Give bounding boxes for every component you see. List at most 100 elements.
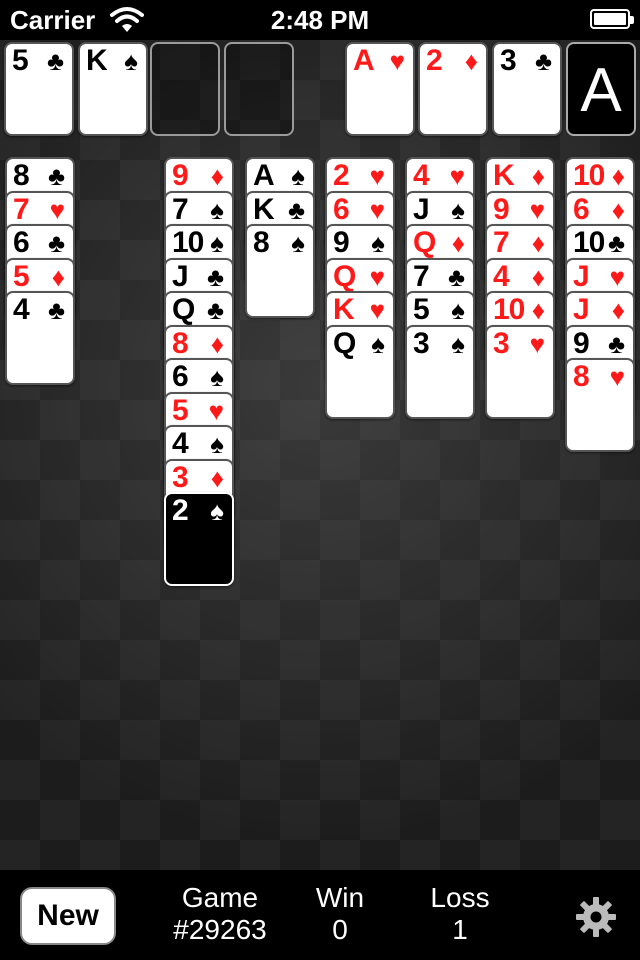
card-suit-icon: ♠ — [210, 194, 224, 225]
playing-card[interactable]: 5 ♣ — [4, 42, 74, 136]
card-suit-icon: ♥ — [369, 194, 385, 225]
card-suit-icon: ♥ — [369, 261, 385, 292]
card-rank: 4 — [13, 293, 30, 326]
card-suit-icon: ♦ — [531, 261, 545, 292]
loss-count: 1 — [452, 914, 468, 945]
bottom-toolbar: New Game #29263 Win 0 Loss 1 — [0, 870, 640, 960]
card-suit-icon: ♦ — [210, 462, 224, 493]
selected-card[interactable]: 2 ♠ — [164, 492, 234, 586]
card-rank: 9 — [333, 226, 350, 259]
free-cell-empty[interactable] — [224, 42, 294, 136]
card-rank: 8 — [253, 226, 270, 259]
gear-icon[interactable] — [575, 896, 617, 938]
card-rank: A — [253, 159, 275, 192]
card-suit-icon: ♠ — [210, 228, 224, 258]
card-rank: Q — [333, 259, 356, 293]
card-rank: 6 — [573, 192, 590, 226]
card-suit-icon: ♥ — [609, 261, 625, 292]
card-suit-icon: ♣ — [47, 161, 65, 191]
playing-card[interactable]: 3 ♣ — [492, 42, 562, 136]
card-suit-icon: ♣ — [447, 261, 465, 292]
card-suit-icon: ♣ — [534, 46, 552, 76]
playing-card[interactable]: 3 ♠ — [405, 324, 475, 419]
card-rank: 8 — [13, 159, 30, 192]
card-suit-icon: ♣ — [46, 46, 64, 76]
card-rank: 6 — [172, 360, 189, 393]
playing-card[interactable]: Q ♠ — [325, 324, 395, 419]
card-suit-icon: ♥ — [609, 362, 625, 392]
card-suit-icon: ♠ — [371, 328, 385, 359]
card-suit-icon: ♣ — [47, 295, 65, 325]
card-suit-icon: ♠ — [210, 429, 224, 459]
game-number: #29263 — [173, 914, 267, 945]
card-suit-icon: ♣ — [47, 228, 65, 258]
playing-card[interactable]: 2 ♦ — [418, 42, 488, 136]
card-suit-icon: ♥ — [208, 395, 224, 426]
card-suit-icon: ♥ — [529, 328, 545, 359]
loss-stat: Loss 1 — [415, 882, 505, 946]
playing-card[interactable]: 8 ♠ — [245, 224, 315, 318]
card-rank: 3 — [172, 460, 189, 494]
playing-card[interactable]: 4 ♣ — [5, 291, 75, 385]
card-suit-icon: ♦ — [531, 228, 545, 258]
card-suit-icon: ♦ — [451, 228, 465, 258]
game-label: Game — [181, 882, 259, 913]
clock: 2:48 PM — [270, 5, 370, 35]
card-suit-icon: ♠ — [451, 295, 465, 325]
card-suit-icon: ♠ — [451, 194, 465, 225]
playing-card[interactable]: A ♥ — [345, 42, 415, 136]
card-suit-icon: ♦ — [464, 46, 478, 76]
foundation-ace-label: A — [580, 56, 622, 125]
win-count: 0 — [332, 914, 348, 945]
card-rank: 9 — [172, 159, 189, 192]
free-cell-empty[interactable] — [150, 42, 220, 136]
card-rank: J — [172, 259, 189, 293]
card-suit-icon: ♦ — [611, 161, 625, 191]
card-rank: 10 — [573, 159, 605, 192]
card-rank: 2 — [172, 494, 189, 527]
card-suit-icon: ♠ — [451, 328, 465, 359]
win-label: Win — [315, 882, 365, 913]
card-suit-icon: ♦ — [611, 295, 625, 325]
foundation-empty[interactable]: A — [566, 42, 636, 136]
card-rank: 2 — [426, 44, 443, 77]
card-suit-icon: ♥ — [529, 194, 545, 225]
playing-card[interactable]: 3 ♥ — [485, 324, 555, 419]
card-suit-icon: ♦ — [51, 261, 65, 292]
card-suit-icon: ♦ — [210, 161, 224, 191]
card-rank: A — [353, 44, 375, 77]
playing-card[interactable]: 8 ♥ — [565, 358, 635, 452]
card-rank: 9 — [493, 192, 510, 226]
card-rank: Q — [413, 226, 436, 259]
card-suit-icon: ♠ — [210, 362, 224, 392]
card-rank: 10 — [573, 226, 605, 259]
game-number-stat: Game #29263 — [160, 882, 280, 946]
card-suit-icon: ♦ — [210, 328, 224, 359]
card-suit-icon: ♦ — [531, 295, 545, 325]
card-suit-icon: ♣ — [206, 295, 224, 325]
card-suit-icon: ♦ — [611, 194, 625, 225]
card-rank: 8 — [573, 360, 590, 393]
loss-label: Loss — [430, 882, 490, 913]
card-rank: 4 — [493, 259, 510, 293]
card-suit-icon: ♠ — [210, 496, 224, 526]
new-game-button[interactable]: New — [20, 887, 116, 945]
card-suit-icon: ♠ — [124, 46, 138, 76]
card-rank: 5 — [13, 259, 30, 293]
card-suit-icon: ♦ — [531, 161, 545, 191]
battery-icon — [590, 9, 634, 29]
card-rank: 10 — [493, 293, 525, 326]
card-suit-icon: ♣ — [607, 228, 625, 258]
card-rank: 6 — [333, 192, 350, 226]
card-suit-icon: ♠ — [371, 228, 385, 258]
card-rank: 2 — [333, 159, 350, 192]
card-suit-icon: ♣ — [206, 261, 224, 292]
card-suit-icon: ♠ — [291, 228, 305, 258]
card-rank: 3 — [413, 326, 430, 360]
card-suit-icon: ♣ — [607, 328, 625, 359]
card-suit-icon: ♣ — [287, 194, 305, 225]
card-suit-icon: ♥ — [449, 161, 465, 191]
card-rank: 5 — [12, 44, 29, 77]
card-rank: J — [413, 192, 430, 226]
playing-card[interactable]: K ♠ — [78, 42, 148, 136]
